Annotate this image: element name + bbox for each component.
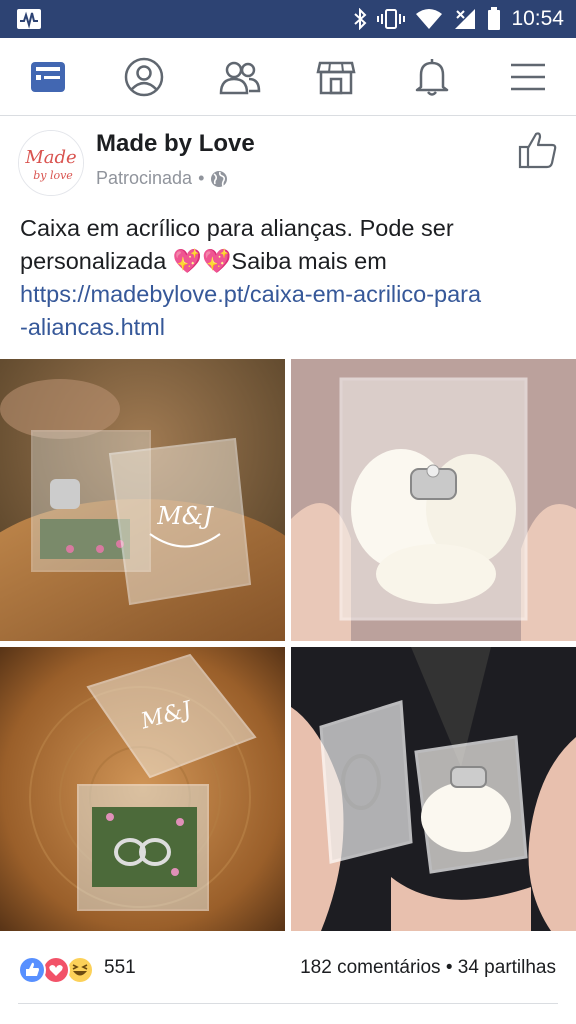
photo-monogram-1: M&J bbox=[156, 502, 214, 530]
photo-2[interactable] bbox=[291, 359, 576, 641]
marketplace-icon bbox=[316, 61, 356, 94]
heart-emoji: 💖💖 bbox=[172, 248, 232, 274]
sponsored-line: Patrocinada • bbox=[96, 168, 228, 189]
haha-reaction-icon bbox=[66, 956, 94, 984]
bluetooth-icon bbox=[354, 8, 367, 30]
page-avatar[interactable]: Made by love bbox=[18, 130, 84, 196]
post-link-line2: -aliancas.html bbox=[20, 314, 165, 340]
post-text-post: Saiba mais em bbox=[231, 248, 387, 274]
reaction-icons[interactable] bbox=[18, 956, 94, 984]
tab-friends[interactable] bbox=[192, 38, 288, 115]
clock: 10:54 bbox=[511, 7, 564, 30]
vibrate-icon bbox=[377, 9, 406, 29]
signal-icon bbox=[455, 9, 476, 29]
reaction-count[interactable]: 551 bbox=[104, 957, 136, 979]
like-page-icon[interactable] bbox=[518, 130, 558, 170]
photo-3[interactable]: M&J bbox=[0, 647, 285, 931]
reactions-bar: 551 182 comentários • 34 partilhas bbox=[0, 938, 576, 1000]
post-text-line2: personalizada 💖💖Saiba mais em bbox=[20, 245, 560, 278]
globe-icon bbox=[211, 170, 228, 187]
friends-icon bbox=[219, 61, 261, 94]
battery-icon bbox=[488, 7, 501, 30]
profile-icon bbox=[124, 57, 164, 96]
tab-marketplace[interactable] bbox=[288, 38, 384, 115]
post-message: Caixa em acrílico para alianças. Pode se… bbox=[20, 212, 560, 344]
photo-4[interactable] bbox=[291, 647, 576, 931]
comments-shares[interactable]: 182 comentários • 34 partilhas bbox=[300, 957, 556, 979]
status-bar: 10:54 bbox=[0, 0, 576, 38]
wifi-icon bbox=[416, 9, 443, 29]
avatar-logo-top: Made bbox=[24, 147, 76, 168]
sponsored-label[interactable]: Patrocinada bbox=[96, 168, 192, 189]
tab-menu[interactable] bbox=[480, 38, 576, 115]
avatar-logo-bottom: by love bbox=[33, 169, 73, 182]
page-logo: Made by love bbox=[19, 131, 83, 195]
top-nav bbox=[0, 38, 576, 116]
page-name-link[interactable]: Made by Love bbox=[96, 130, 255, 158]
actions-divider bbox=[18, 1003, 558, 1004]
news-feed-icon bbox=[31, 61, 65, 92]
post-text-line1: Caixa em acrílico para alianças. Pode se… bbox=[20, 215, 454, 241]
notifications-icon bbox=[415, 58, 449, 96]
post-link-line1: https://madebylove.pt/caixa-em-acrilico-… bbox=[20, 281, 482, 307]
post-header: Made by love Made by Love Patrocinada • bbox=[0, 116, 576, 202]
like-reaction-icon bbox=[18, 956, 46, 984]
menu-icon bbox=[511, 63, 545, 90]
tab-news-feed[interactable] bbox=[0, 38, 96, 115]
post-text-pre: personalizada bbox=[20, 248, 173, 274]
photo-grid: M&J M&J bbox=[0, 359, 576, 931]
activity-icon bbox=[17, 9, 41, 29]
separator-dot: • bbox=[198, 168, 205, 188]
tab-notifications[interactable] bbox=[384, 38, 480, 115]
photo-1[interactable]: M&J bbox=[0, 359, 285, 641]
tab-profile[interactable] bbox=[96, 38, 192, 115]
love-reaction-icon bbox=[42, 956, 70, 984]
post-link[interactable]: https://madebylove.pt/caixa-em-acrilico-… bbox=[20, 278, 560, 344]
